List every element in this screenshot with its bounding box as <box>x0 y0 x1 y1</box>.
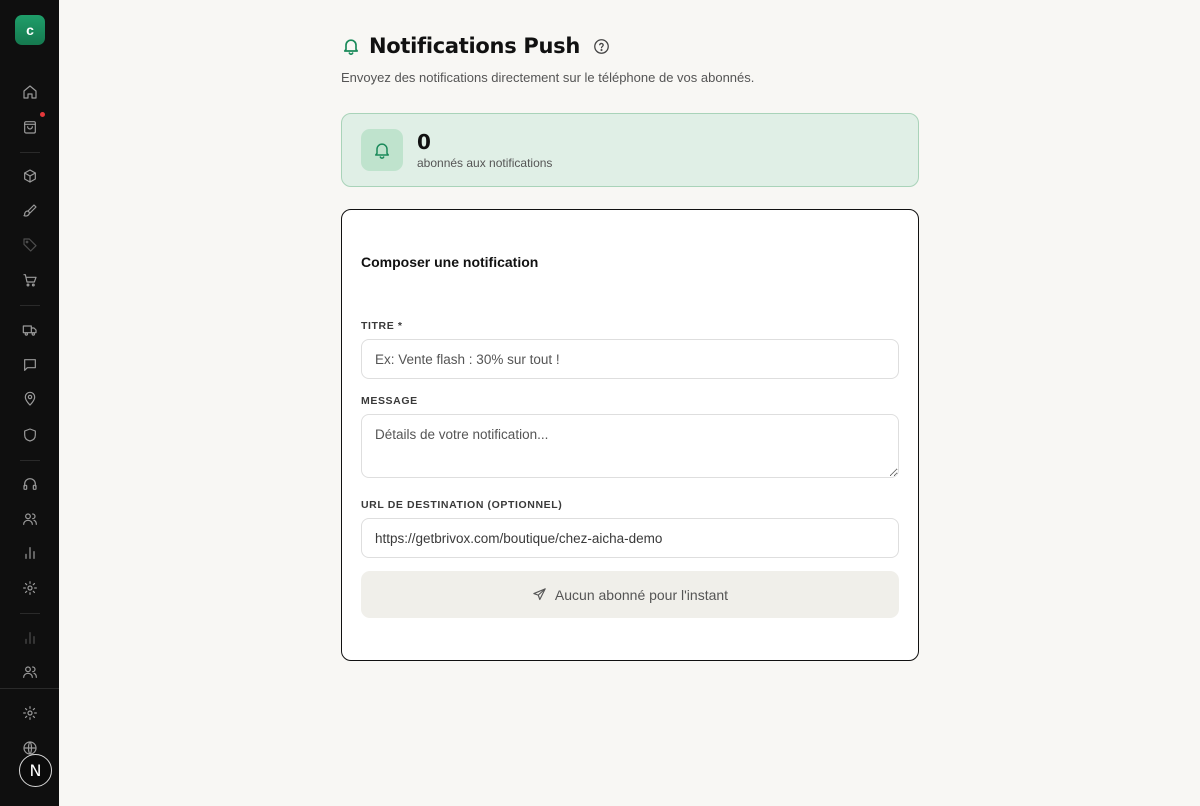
send-notification-button[interactable]: Aucun abonné pour l'instant <box>361 571 899 618</box>
bar-chart-icon[interactable] <box>20 628 40 648</box>
message-field-label: MESSAGE <box>361 395 418 407</box>
subscriber-count: 0 <box>417 130 431 154</box>
sidebar-divider <box>20 613 40 614</box>
users-icon[interactable] <box>20 662 40 682</box>
compose-notification-card: Composer une notification TITRE * MESSAG… <box>341 209 919 661</box>
bar-chart-icon[interactable] <box>20 543 40 563</box>
send-button-label: Aucun abonné pour l'instant <box>554 586 729 603</box>
headphones-icon[interactable] <box>20 474 40 494</box>
users-icon[interactable] <box>20 509 40 529</box>
sidebar-divider <box>20 152 40 153</box>
shield-icon[interactable] <box>20 425 40 445</box>
subscriber-stats-card: 0 abonnés aux notifications <box>341 113 919 187</box>
compose-title: Composer une notification <box>361 254 539 270</box>
home-icon[interactable] <box>20 82 40 102</box>
title-input[interactable] <box>361 339 899 379</box>
bell-icon <box>343 39 359 55</box>
title-field-label: TITRE * <box>361 320 403 332</box>
url-input[interactable] <box>361 518 899 558</box>
page-header: Notifications Push Envoyez des notificat… <box>341 32 919 85</box>
message-textarea[interactable] <box>361 414 899 478</box>
user-avatar[interactable]: N <box>19 754 52 787</box>
title-row: Notifications Push <box>341 32 919 60</box>
sidebar-divider <box>20 305 40 306</box>
settings-icon[interactable] <box>20 578 40 598</box>
stats-icon-box <box>361 129 403 171</box>
cart-icon[interactable] <box>20 270 40 290</box>
help-icon[interactable] <box>593 38 610 55</box>
map-pin-icon[interactable] <box>20 389 40 409</box>
brush-icon[interactable] <box>20 201 40 221</box>
notification-dot <box>40 112 45 117</box>
sidebar-divider <box>20 460 40 461</box>
sidebar-divider <box>0 688 59 689</box>
shopping-bag-icon[interactable] <box>20 117 40 137</box>
sidebar: c N <box>0 0 59 806</box>
bell-icon <box>375 143 389 159</box>
page-title: Notifications Push <box>369 34 581 58</box>
message-icon[interactable] <box>20 355 40 375</box>
send-icon <box>533 588 546 601</box>
url-field-label: URL DE DESTINATION (OPTIONNEL) <box>361 499 563 511</box>
subscriber-count-label: abonnés aux notifications <box>417 156 553 170</box>
page-subtitle: Envoyez des notifications directement su… <box>341 70 755 85</box>
tag-icon[interactable] <box>20 235 40 255</box>
box-icon[interactable] <box>20 166 40 186</box>
brand-logo[interactable]: c <box>15 15 45 45</box>
settings-icon[interactable] <box>20 703 40 723</box>
truck-icon[interactable] <box>20 320 40 340</box>
